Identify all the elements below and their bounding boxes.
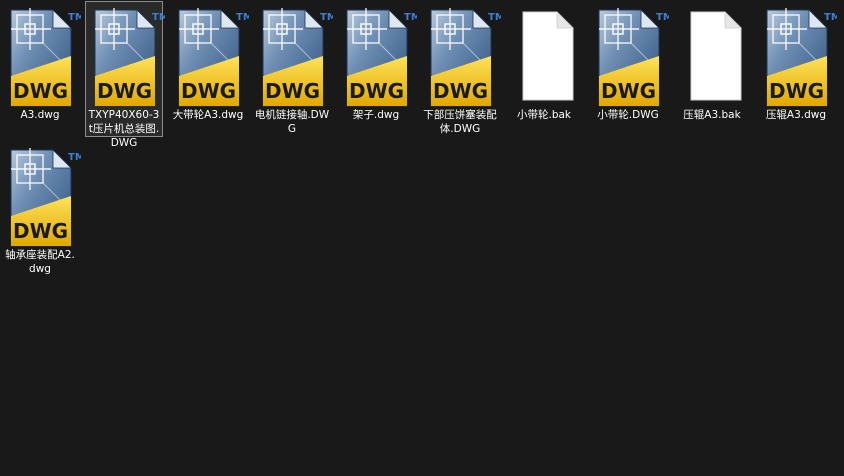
file-name-label: A3.dwg: [20, 109, 60, 121]
svg-text:TM: TM: [488, 12, 501, 23]
file-name-label: 电机链接轴.DWG: [254, 109, 330, 135]
svg-text:DWG: DWG: [433, 79, 488, 103]
file-name-label: 小带轮.bak: [516, 109, 572, 121]
file-item[interactable]: DWG TM TXYP40X60-3t压片机总装图.DWG: [85, 1, 165, 149]
bak-file-icon: [681, 6, 753, 110]
file-name-label: 大带轮A3.dwg: [172, 109, 244, 121]
file-name-label: TXYP40X60-3t压片机总装图.DWG: [88, 109, 160, 149]
file-item[interactable]: DWG TM A3.dwg: [1, 1, 81, 137]
file-item[interactable]: 小带轮.bak: [505, 1, 583, 137]
file-item[interactable]: DWG TM 电机链接轴.DWG: [253, 1, 333, 137]
dwg-file-icon: DWG TM: [261, 6, 333, 110]
svg-text:DWG: DWG: [13, 79, 68, 103]
file-item[interactable]: DWG TM 架子.dwg: [337, 1, 417, 137]
svg-text:DWG: DWG: [601, 79, 656, 103]
svg-text:DWG: DWG: [349, 79, 404, 103]
svg-text:TM: TM: [236, 12, 249, 23]
bak-file-icon: [513, 6, 585, 110]
svg-text:TM: TM: [68, 12, 81, 23]
svg-text:TM: TM: [68, 152, 81, 163]
svg-text:TM: TM: [404, 12, 417, 23]
dwg-file-icon: DWG TM: [177, 6, 249, 110]
svg-text:DWG: DWG: [769, 79, 824, 103]
svg-text:TM: TM: [824, 12, 837, 23]
svg-text:TM: TM: [656, 12, 669, 23]
svg-text:TM: TM: [320, 12, 333, 23]
svg-text:DWG: DWG: [265, 79, 320, 103]
svg-text:DWG: DWG: [181, 79, 236, 103]
file-name-label: 轴承座装配A2.dwg: [5, 249, 75, 275]
file-item[interactable]: DWG TM 压辊A3.dwg: [757, 1, 837, 137]
file-item[interactable]: DWG TM 大带轮A3.dwg: [169, 1, 249, 137]
file-name-label: 下部压饼塞装配体.DWG: [423, 109, 497, 135]
dwg-file-icon: DWG TM: [9, 6, 81, 110]
file-name-label: 架子.dwg: [352, 109, 400, 121]
dwg-file-icon: DWG TM: [765, 6, 837, 110]
file-explorer-view: DWG TM A3.dwg DWG TM TXYP40X60-3t压片机总装图.…: [0, 0, 844, 476]
dwg-file-icon: DWG TM: [345, 6, 417, 110]
dwg-file-icon: DWG TM: [9, 146, 81, 250]
svg-text:DWG: DWG: [13, 219, 68, 243]
file-item[interactable]: DWG TM 下部压饼塞装配体.DWG: [421, 1, 501, 137]
file-name-label: 压辊A3.bak: [683, 109, 741, 121]
dwg-file-icon: DWG TM: [597, 6, 669, 110]
dwg-file-icon: DWG TM: [429, 6, 501, 110]
dwg-file-icon: DWG TM: [93, 6, 165, 110]
svg-text:TM: TM: [152, 12, 165, 23]
file-item[interactable]: DWG TM 轴承座装配A2.dwg: [1, 141, 81, 277]
file-item[interactable]: 压辊A3.bak: [673, 1, 751, 137]
file-item[interactable]: DWG TM 小带轮.DWG: [589, 1, 669, 137]
file-name-label: 小带轮.DWG: [597, 109, 659, 121]
svg-text:DWG: DWG: [97, 79, 152, 103]
file-name-label: 压辊A3.dwg: [765, 109, 827, 121]
